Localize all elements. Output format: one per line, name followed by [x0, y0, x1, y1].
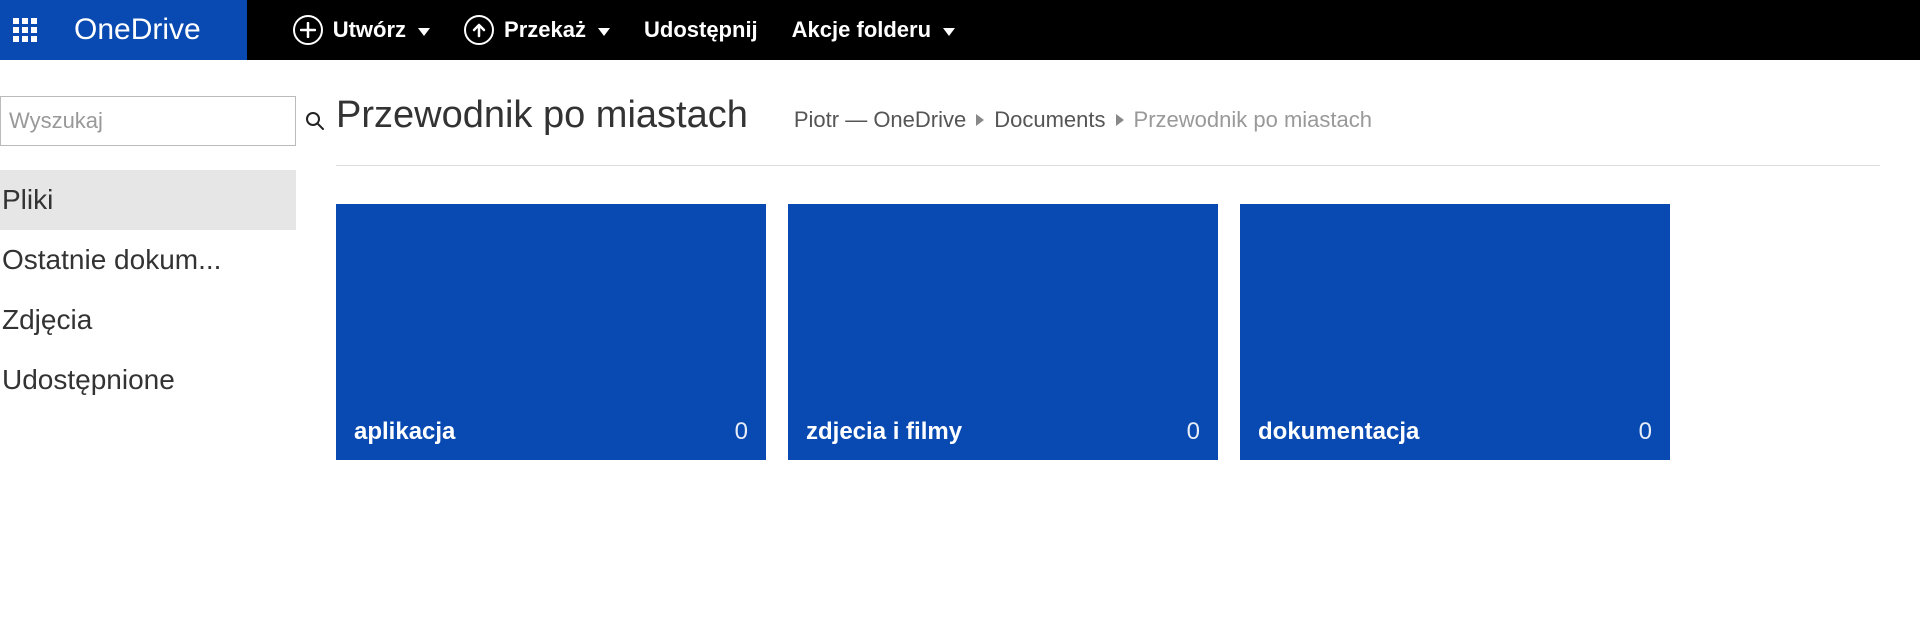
upload-icon — [464, 15, 494, 45]
search-input[interactable] — [1, 108, 305, 134]
plus-icon — [293, 15, 323, 45]
sidebar-item-shared[interactable]: Udostępnione — [0, 350, 296, 410]
page-title: Przewodnik po miastach — [336, 94, 748, 137]
breadcrumb-current: Przewodnik po miastach — [1134, 107, 1372, 133]
tile-footer: zdjecia i filmy 0 — [788, 406, 1218, 460]
tile-count: 0 — [1639, 418, 1652, 446]
chevron-down-icon — [943, 28, 955, 36]
tile-count: 0 — [735, 418, 748, 446]
tile-name: dokumentacja — [1258, 418, 1419, 446]
share-button[interactable]: Udostępnij — [644, 17, 758, 43]
tile-footer: dokumentacja 0 — [1240, 406, 1670, 460]
main-area: Pliki Ostatnie dokum... Zdjęcia Udostępn… — [0, 60, 1920, 623]
content-area: Przewodnik po miastach Piotr — OneDrive … — [296, 60, 1920, 623]
tile-count: 0 — [1187, 418, 1200, 446]
tile-name: aplikacja — [354, 418, 455, 446]
app-launcher-button[interactable] — [0, 0, 50, 60]
folder-tiles: aplikacja 0 zdjecia i filmy 0 dokumentac… — [336, 204, 1880, 460]
tile-footer: aplikacja 0 — [336, 406, 766, 460]
top-bar-brand-area: OneDrive — [0, 0, 247, 60]
search-box[interactable] — [0, 96, 296, 146]
folder-tile[interactable]: dokumentacja 0 — [1240, 204, 1670, 460]
upload-button[interactable]: Przekaż — [464, 15, 610, 45]
chevron-down-icon — [598, 28, 610, 36]
sidebar-nav: Pliki Ostatnie dokum... Zdjęcia Udostępn… — [0, 170, 296, 410]
create-label: Utwórz — [333, 17, 406, 43]
tile-name: zdjecia i filmy — [806, 418, 962, 446]
title-row: Przewodnik po miastach Piotr — OneDrive … — [336, 94, 1880, 166]
breadcrumb: Piotr — OneDrive Documents Przewodnik po… — [794, 107, 1372, 133]
brand-link[interactable]: OneDrive — [50, 0, 247, 60]
create-button[interactable]: Utwórz — [293, 15, 430, 45]
folder-actions-label: Akcje folderu — [792, 17, 931, 43]
chevron-right-icon — [976, 114, 984, 126]
folder-actions-button[interactable]: Akcje folderu — [792, 17, 955, 43]
chevron-right-icon — [1116, 114, 1124, 126]
sidebar: Pliki Ostatnie dokum... Zdjęcia Udostępn… — [0, 60, 296, 623]
sidebar-item-recent[interactable]: Ostatnie dokum... — [0, 230, 296, 290]
top-bar-actions: Utwórz Przekaż Udostępnij Akcje folderu — [247, 0, 955, 60]
search-container — [0, 96, 296, 146]
sidebar-item-photos[interactable]: Zdjęcia — [0, 290, 296, 350]
breadcrumb-segment[interactable]: Documents — [994, 107, 1105, 133]
breadcrumb-root[interactable]: Piotr — OneDrive — [794, 107, 966, 133]
sidebar-item-files[interactable]: Pliki — [0, 170, 296, 230]
grid-icon — [13, 18, 37, 42]
chevron-down-icon — [418, 28, 430, 36]
folder-tile[interactable]: zdjecia i filmy 0 — [788, 204, 1218, 460]
upload-label: Przekaż — [504, 17, 586, 43]
top-bar: OneDrive Utwórz Przekaż Udostępnij Akcje… — [0, 0, 1920, 60]
share-label: Udostępnij — [644, 17, 758, 43]
folder-tile[interactable]: aplikacja 0 — [336, 204, 766, 460]
